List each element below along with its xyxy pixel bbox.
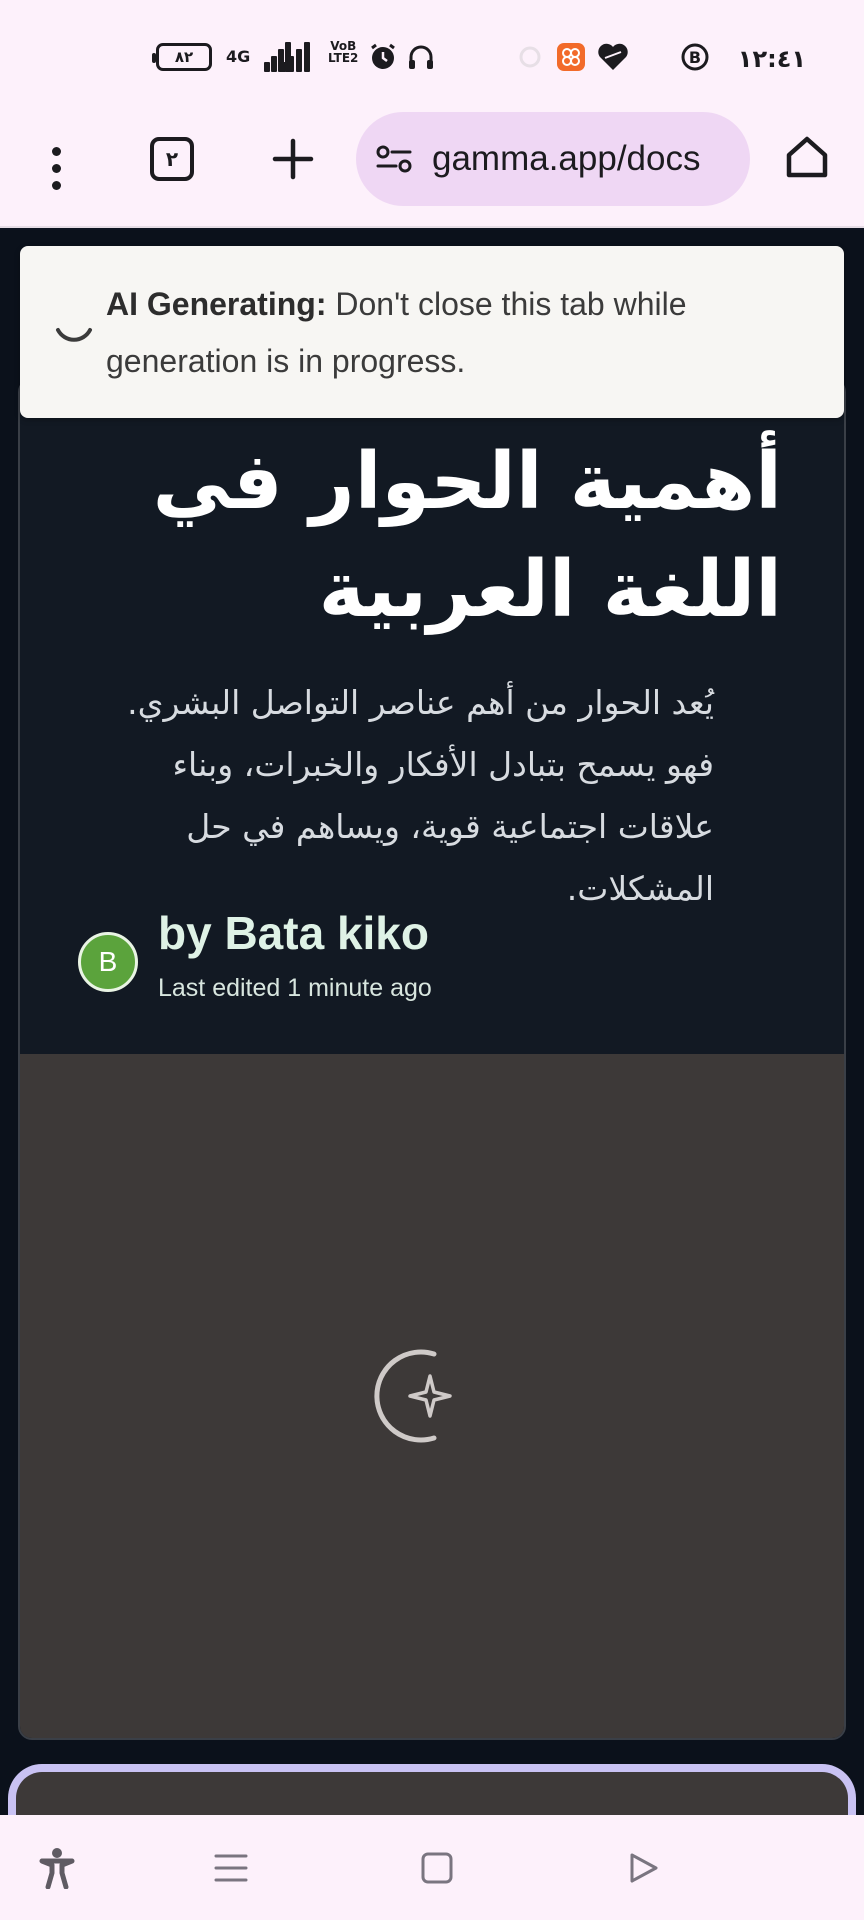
battery-icon: ٨٢ — [152, 43, 212, 71]
home-button[interactable] — [782, 132, 832, 182]
site-settings-icon[interactable] — [376, 144, 412, 174]
toast-bold-label: AI Generating: — [106, 286, 327, 322]
card-hero: أهمية الحوار في اللغة العربية يُعد الحوا… — [20, 380, 844, 1054]
menu-kebab-icon[interactable] — [38, 138, 74, 198]
home-icon — [786, 136, 828, 178]
svg-text:B: B — [689, 48, 701, 67]
back-icon[interactable] — [620, 1845, 666, 1891]
plus-icon — [272, 138, 314, 180]
accessibility-icon[interactable] — [34, 1845, 80, 1891]
b-circle-icon: B — [680, 40, 710, 74]
author-name: by Bata kiko — [158, 907, 429, 959]
image-placeholder — [20, 1054, 844, 1738]
alarm-icon — [368, 40, 398, 74]
home-square-icon[interactable] — [414, 1845, 460, 1891]
address-bar[interactable]: gamma.app/docs — [356, 112, 750, 206]
url-text[interactable]: gamma.app/docs — [432, 139, 700, 179]
last-edited: Last edited 1 minute ago — [158, 974, 432, 1002]
doc-title: أهمية الحوار في اللغة العربية — [152, 437, 782, 635]
recents-icon[interactable] — [208, 1845, 254, 1891]
tab-count: ٢ — [165, 147, 179, 171]
volte-icon: VoB LTE2 — [328, 39, 359, 65]
app-notification-icon — [556, 40, 586, 74]
navigation-bar — [0, 1815, 864, 1920]
network-type-label: 4G — [226, 47, 251, 66]
new-tab-button[interactable] — [268, 134, 318, 184]
toast-message: AI Generating: Don't close this tab whil… — [106, 276, 814, 390]
sparkle-loading-icon — [374, 1349, 452, 1443]
faint-app-icon — [518, 40, 542, 74]
tab-switcher-button[interactable]: ٢ — [150, 137, 194, 181]
signal-icon-2 — [280, 42, 316, 72]
ai-generating-toast: AI Generating: Don't close this tab whil… — [20, 246, 844, 418]
status-bar: ٨٢ 4G VoB LTE2 B ١٢:٤١ — [0, 0, 864, 108]
heart-icon — [596, 40, 630, 74]
headphones-icon — [406, 40, 436, 74]
loading-spinner-icon — [56, 328, 92, 342]
avatar: B — [78, 932, 138, 992]
clock-time: ١٢:٤١ — [737, 45, 806, 73]
doc-subtitle: يُعد الحوار من أهم عناصر التواصل البشري.… — [127, 683, 714, 908]
doc-card: أهمية الحوار في اللغة العربية يُعد الحوا… — [18, 378, 846, 1740]
battery-level: ٨٢ — [174, 48, 194, 66]
